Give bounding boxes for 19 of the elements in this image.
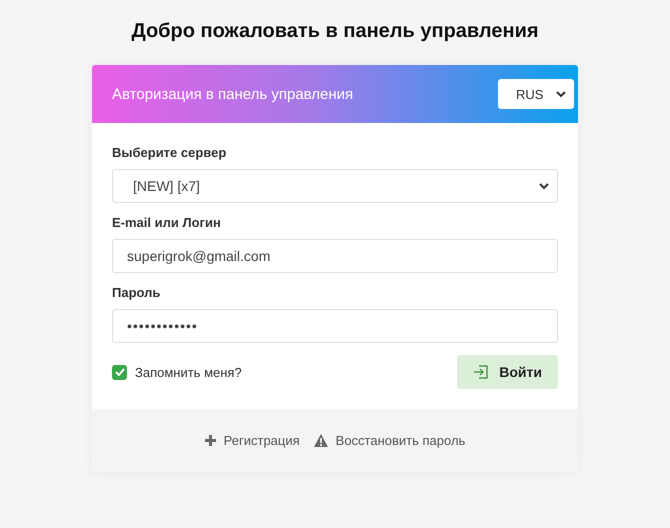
- login-button[interactable]: Войти: [457, 355, 558, 389]
- remember-checkbox[interactable]: [112, 364, 127, 380]
- password-field[interactable]: ••••••••••••: [112, 309, 558, 343]
- field-label: Пароль: [112, 285, 162, 300]
- language-select[interactable]: RUS: [498, 79, 574, 109]
- field-label: E-mail или Логин: [112, 215, 222, 230]
- login-field[interactable]: superigrok@gmail.com: [112, 239, 558, 273]
- sign-in-icon: [473, 364, 490, 380]
- recover-password-link[interactable]: Восстановить пароль: [314, 433, 466, 448]
- page-title: Добро пожаловать в панель управления: [131, 20, 539, 43]
- field-label: Выберите сервер: [112, 145, 228, 160]
- remember-label: Запомнить меня?: [135, 364, 242, 380]
- register-link[interactable]: Регистрация: [204, 433, 300, 448]
- warning-icon: [314, 434, 328, 447]
- plus-icon: [204, 435, 216, 446]
- server-select[interactable]: [NEW] [x7]: [112, 169, 558, 203]
- card-title: Авторизация в панель управления: [112, 86, 354, 102]
- chevron-icon: [539, 182, 549, 190]
- chevron-icon: [556, 90, 566, 98]
